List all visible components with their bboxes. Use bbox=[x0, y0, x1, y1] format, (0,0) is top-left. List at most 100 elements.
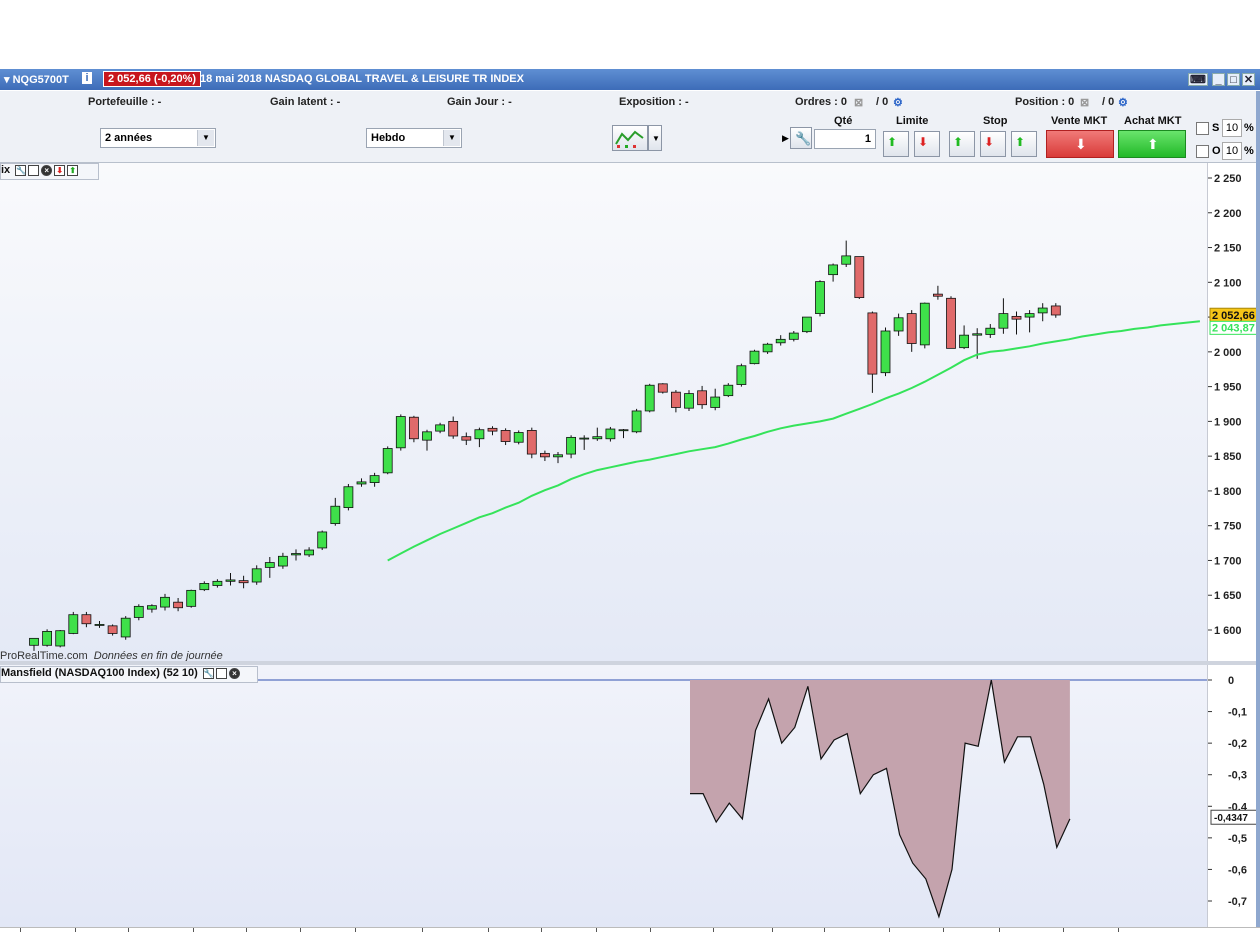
candle-body bbox=[736, 365, 747, 385]
candle-body bbox=[42, 630, 52, 646]
candle-body bbox=[657, 383, 668, 393]
candle-body bbox=[120, 617, 131, 638]
sub-panel-tools: Mansfield (NASDAQ100 Index) (52 10) 🔧 × bbox=[0, 666, 258, 683]
candle-body bbox=[487, 427, 498, 432]
arrow-down-icon[interactable]: ⬇ bbox=[54, 164, 66, 176]
arrow-down-icon: ⬇ bbox=[918, 135, 929, 149]
candle-body bbox=[749, 350, 760, 365]
mansfield-panel[interactable] bbox=[0, 665, 1207, 927]
s-pct: % bbox=[1244, 122, 1254, 134]
candle-body bbox=[697, 390, 707, 406]
chevron-down-icon: ▼ bbox=[443, 130, 460, 146]
qty-input[interactable]: 1 bbox=[814, 129, 876, 149]
s-value-input[interactable]: 10 bbox=[1222, 119, 1242, 137]
maximize-icon[interactable]: □ bbox=[1227, 73, 1240, 86]
stop-sell-button[interactable]: ⬇ bbox=[980, 131, 1006, 157]
sell-mkt-button[interactable]: ⬇ bbox=[1046, 130, 1114, 158]
position-sep: / 0 bbox=[1102, 96, 1115, 108]
wrench-icon[interactable]: 🔧 bbox=[15, 164, 27, 176]
candle-body bbox=[959, 334, 969, 349]
candle-body bbox=[369, 475, 380, 483]
candle-body bbox=[277, 555, 288, 567]
o-value-input[interactable]: 10 bbox=[1222, 142, 1242, 160]
candle-body bbox=[212, 580, 223, 586]
candle-body bbox=[225, 579, 236, 582]
period-select[interactable]: 2 années ▼ bbox=[100, 128, 216, 148]
mansfield-tick-label: -0,3 bbox=[1228, 770, 1247, 782]
candle-body bbox=[540, 452, 550, 458]
info-icon[interactable]: i bbox=[82, 72, 92, 84]
candle-body bbox=[160, 596, 170, 608]
candle-body bbox=[199, 583, 210, 591]
candle-body bbox=[343, 486, 354, 509]
minimize-icon[interactable]: _ bbox=[1212, 73, 1225, 86]
s-label: S bbox=[1212, 122, 1220, 134]
candle-body bbox=[146, 605, 157, 610]
candle-body bbox=[998, 313, 1009, 329]
candle-body bbox=[29, 637, 39, 646]
window-icon[interactable] bbox=[215, 667, 227, 679]
limit-buy-button[interactable]: ⬆ bbox=[883, 131, 909, 157]
arrow-up-icon: ⬆ bbox=[953, 135, 964, 149]
position-cancel-icon[interactable]: ⊠ bbox=[1080, 96, 1089, 109]
candle-body bbox=[251, 568, 262, 583]
price-axis: 2 2502 2002 1502 1002 0502 0001 9501 900… bbox=[1207, 163, 1260, 661]
mansfield-tick-label: -0,6 bbox=[1228, 864, 1247, 876]
arrow-up-icon[interactable]: ⬆ bbox=[67, 164, 79, 176]
candle-body bbox=[631, 410, 642, 433]
indicator-chart-button[interactable] bbox=[612, 125, 648, 151]
close-icon[interactable]: × bbox=[41, 164, 53, 176]
candle-body bbox=[513, 432, 524, 443]
indicator-dropdown[interactable]: ▼ bbox=[648, 125, 662, 151]
price-tick-label: 1 750 bbox=[1214, 521, 1242, 533]
candle-body bbox=[186, 589, 197, 607]
candle-body bbox=[762, 343, 773, 353]
close-icon[interactable]: ✕ bbox=[1242, 73, 1255, 86]
collapse-arrow-icon[interactable]: ▶ bbox=[782, 133, 789, 144]
sell-mkt-label: Vente MKT bbox=[1051, 115, 1108, 127]
stop-trailing-button[interactable]: ⬆ bbox=[1011, 131, 1037, 157]
keyboard-icon[interactable]: ⌨ bbox=[1188, 73, 1208, 86]
price-chart-panel[interactable] bbox=[0, 163, 1207, 661]
time-tick bbox=[943, 928, 944, 932]
ticker-label[interactable]: ▾ NQG5700T bbox=[4, 73, 69, 86]
time-tick bbox=[824, 928, 825, 932]
stop-buy-button[interactable]: ⬆ bbox=[949, 131, 975, 157]
candle-body bbox=[107, 625, 118, 634]
candle-body bbox=[684, 393, 694, 409]
candle-body bbox=[356, 481, 367, 485]
mansfield-axis-labels: 0-0,1-0,2-0,3-0,4-0,5-0,6-0,7-0,4347 bbox=[1208, 675, 1258, 908]
order-settings-button[interactable]: 🔧 bbox=[790, 127, 812, 149]
candle-body bbox=[906, 313, 917, 344]
ordres-cancel-icon[interactable]: ⊠ bbox=[854, 96, 863, 109]
o-checkbox[interactable] bbox=[1196, 145, 1209, 158]
qty-label: Qté bbox=[834, 115, 853, 127]
limit-sell-button[interactable]: ⬇ bbox=[914, 131, 940, 157]
mansfield-area bbox=[690, 680, 1070, 917]
mansfield-tick-label: 0 bbox=[1228, 675, 1234, 687]
arrow-up-icon: ⬆ bbox=[887, 135, 898, 149]
candle-body bbox=[173, 601, 184, 609]
buy-mkt-button[interactable]: ⬆ bbox=[1118, 130, 1186, 158]
close-icon[interactable]: × bbox=[228, 667, 240, 679]
interval-select[interactable]: Hebdo ▼ bbox=[366, 128, 462, 148]
wrench-icon[interactable]: 🔧 bbox=[202, 667, 214, 679]
time-tick bbox=[422, 928, 423, 932]
mansfield-tick-label: -0,5 bbox=[1228, 833, 1247, 845]
ordres-settings-icon[interactable]: ⚙ bbox=[893, 96, 903, 109]
time-tick bbox=[20, 928, 21, 932]
candle-body bbox=[710, 396, 721, 408]
candle-body bbox=[775, 338, 786, 344]
ma-value-label: 2 043,87 bbox=[1212, 322, 1255, 334]
candle-body bbox=[815, 281, 825, 314]
candle-body bbox=[592, 436, 603, 440]
price-tick-label: 1 900 bbox=[1214, 416, 1242, 428]
candle-body bbox=[644, 384, 655, 412]
position-settings-icon[interactable]: ⚙ bbox=[1118, 96, 1128, 109]
window-icon[interactable] bbox=[28, 164, 40, 176]
price-axis-labels: 2 2502 2002 1502 1002 0502 0001 9501 900… bbox=[1208, 173, 1259, 637]
ordres-label: Ordres : 0 bbox=[795, 96, 847, 108]
s-checkbox[interactable] bbox=[1196, 122, 1209, 135]
candle-body bbox=[1024, 313, 1035, 318]
candle-body bbox=[435, 424, 446, 432]
